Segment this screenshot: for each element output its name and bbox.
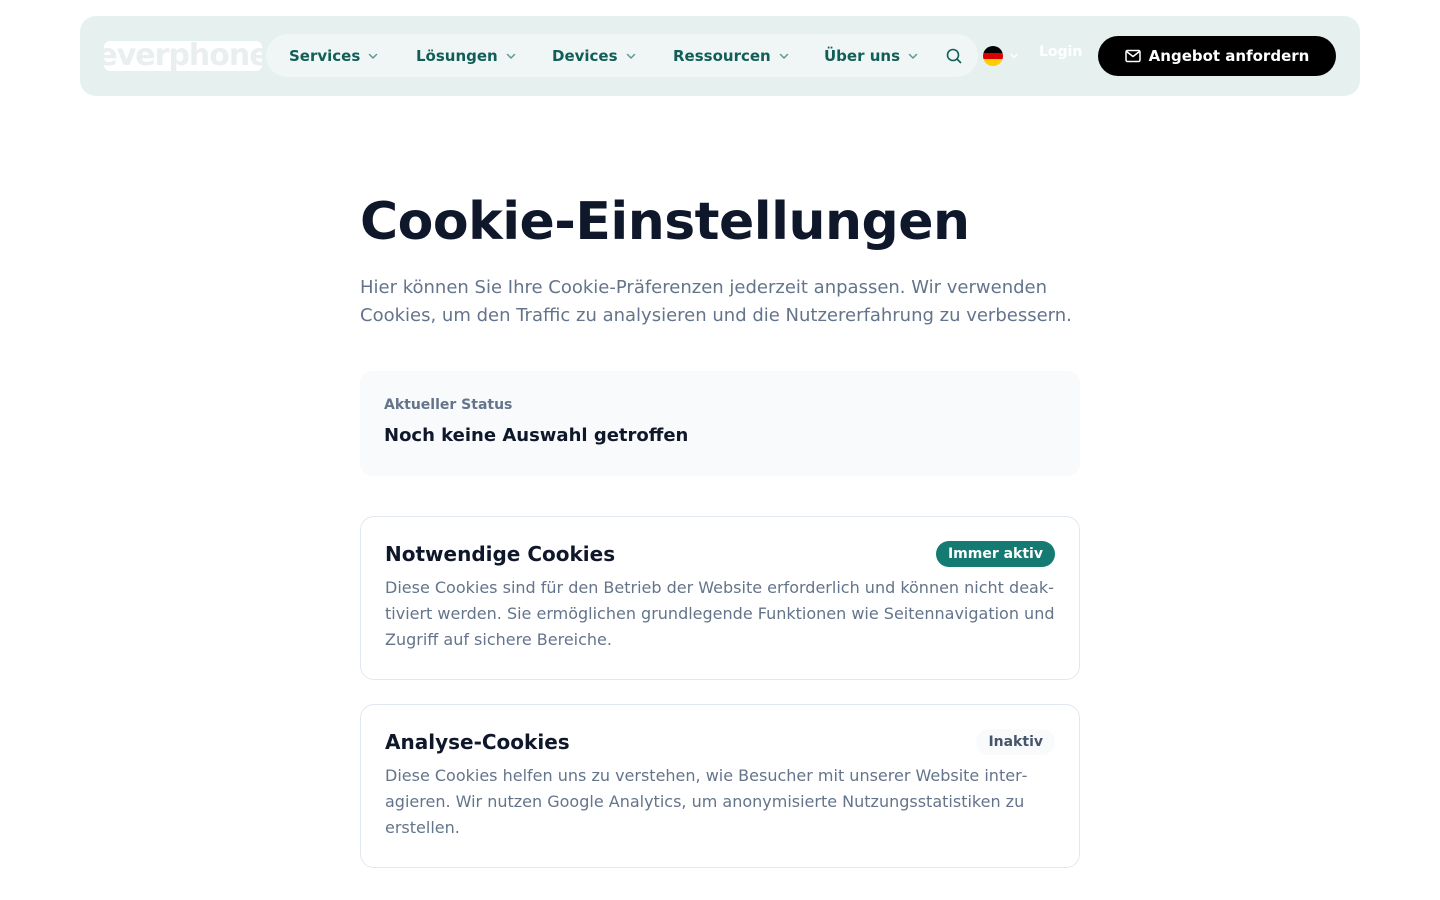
chevron-down-icon — [779, 53, 788, 59]
intro-text: Hier können Sie Ihre Cookie-Präferenzen … — [360, 277, 1072, 326]
card-description: Diese Cookies sind für den Betrieb der W… — [385, 578, 1055, 649]
nav-item-devices[interactable]: Devices — [552, 34, 638, 77]
request-offer-button[interactable]: Angebot anfordern — [1098, 36, 1336, 76]
nav-item-label: Lösungen — [416, 46, 498, 65]
nav-item-label: Ressourcen — [673, 46, 771, 65]
germany-flag-icon[interactable] — [983, 46, 1003, 66]
mail-icon — [1124, 49, 1141, 63]
nav-item-label: Devices — [552, 46, 618, 65]
nav-item-services[interactable]: Services — [289, 34, 380, 77]
card-title: Analyse-Cookies — [385, 730, 570, 754]
status-label: Aktueller Status — [384, 397, 513, 413]
nav-item-label: Über uns — [824, 46, 900, 65]
site-header: everphone Services Lösungen Devices Ress… — [80, 16, 1360, 96]
chevron-down-icon — [506, 53, 515, 59]
page-title: Cookie-Einstellungen — [360, 192, 970, 252]
cookie-card-analytics: Analyse-Cookies Inaktiv Diese Cookies he… — [360, 704, 1080, 868]
card-title: Notwendige Cookies — [385, 542, 616, 566]
search-icon[interactable] — [944, 46, 964, 66]
chevron-down-icon — [908, 53, 918, 59]
cookie-card-necessary: Notwendige Cookies Immer aktiv Diese Coo… — [360, 516, 1080, 680]
status-badge: Immer aktiv — [935, 541, 1055, 567]
login-link[interactable]: Login — [1039, 44, 1082, 60]
chevron-down-icon — [626, 53, 635, 59]
nav-item-ressourcen[interactable]: Ressourcen — [673, 34, 791, 77]
status-value: Noch keine Auswahl getroffen — [384, 425, 689, 446]
nav-item-ueber-uns[interactable]: Über uns — [824, 34, 920, 77]
nav-item-label: Services — [289, 46, 361, 65]
cookie-settings-main: Cookie-Einstellungen Hier können Sie Ihr… — [360, 190, 1080, 868]
status-badge[interactable]: Inaktiv — [976, 729, 1055, 755]
chevron-down-icon — [369, 53, 378, 59]
cta-label: Angebot anfordern — [1148, 47, 1310, 65]
nav-item-loesungen[interactable]: Lösungen — [416, 34, 518, 77]
card-description: Diese Cookies helfen uns zu verstehen, w… — [385, 766, 1028, 837]
status-panel: Aktueller Status Noch keine Auswahl getr… — [360, 371, 1080, 476]
everphone-logo[interactable]: everphone — [104, 41, 262, 71]
chevron-down-icon[interactable] — [1009, 51, 1019, 61]
main-navigation: Services Lösungen Devices Ressourcen Übe… — [266, 34, 978, 77]
